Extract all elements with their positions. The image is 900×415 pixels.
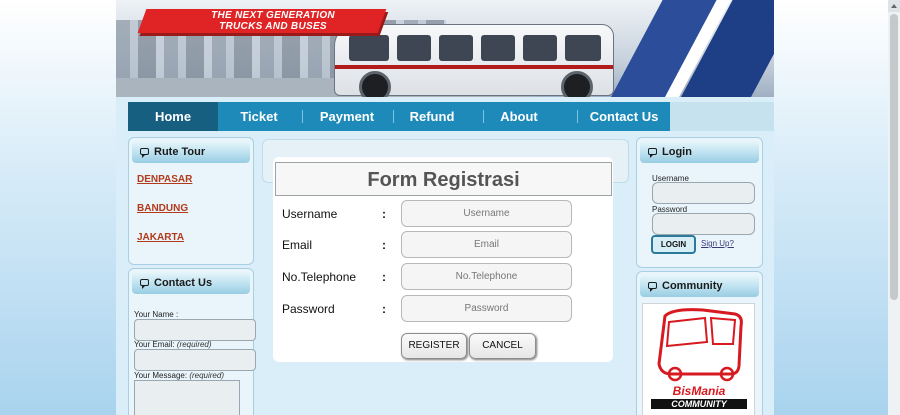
nav-contact-us[interactable]: Contact Us: [578, 102, 670, 131]
bismania-logo[interactable]: BisMania COMMUNITY: [642, 303, 755, 415]
route-link-denpasar[interactable]: DENPASAR: [137, 174, 192, 185]
nav-home[interactable]: Home: [128, 102, 218, 131]
your-email-input[interactable]: [134, 349, 256, 371]
email-colon: :: [382, 238, 386, 252]
login-button[interactable]: LOGIN: [651, 235, 696, 254]
form-title-box: Form Registrasi: [275, 162, 612, 196]
box-header: Login: [640, 141, 759, 163]
logo-text: BisMania: [672, 384, 726, 398]
your-message-label: Your Message: (required): [134, 371, 224, 380]
register-button[interactable]: REGISTER: [401, 333, 467, 359]
main-nav: Home Ticket Payment Refund About Contact…: [128, 102, 670, 131]
your-email-label: Your Email: (required): [134, 340, 212, 349]
vertical-scrollbar[interactable]: [888, 0, 900, 415]
page-container: THE NEXT GENERATION TRUCKS AND BUSES Hom…: [116, 0, 774, 415]
comment-icon: [648, 282, 657, 292]
bus-logo-icon: [657, 308, 743, 382]
password-input[interactable]: Password: [401, 295, 572, 322]
comment-icon: [140, 279, 149, 289]
scroll-up-icon[interactable]: [888, 0, 900, 12]
login-title: Login: [662, 146, 692, 158]
box-header: Community: [640, 275, 759, 297]
username-label: Username: [282, 207, 338, 221]
scrollbar-thumb[interactable]: [890, 14, 898, 300]
community-title: Community: [662, 280, 723, 292]
nav-payment[interactable]: Payment: [303, 102, 391, 131]
your-name-input[interactable]: [134, 319, 256, 341]
telephone-label: No.Telephone: [282, 270, 357, 284]
nav-about[interactable]: About: [484, 102, 554, 131]
header-banner: THE NEXT GENERATION TRUCKS AND BUSES: [116, 0, 774, 97]
telephone-colon: :: [382, 270, 386, 284]
form-title: Form Registrasi: [367, 169, 520, 191]
cancel-button[interactable]: CANCEL: [469, 333, 536, 359]
password-colon: :: [382, 302, 386, 316]
username-colon: :: [382, 207, 386, 221]
tagline-line: TRUCKS AND BUSES: [219, 21, 327, 32]
comment-icon: [648, 148, 657, 158]
username-input[interactable]: Username: [401, 200, 572, 227]
rute-tour-box: Rute Tour DENPASAR BANDUNG JAKARTA: [128, 137, 254, 265]
email-label: Email: [282, 238, 313, 252]
bus-image: [334, 24, 614, 97]
route-link-bandung[interactable]: BANDUNG: [137, 203, 188, 214]
logo-subtext: COMMUNITY: [651, 399, 747, 409]
email-input[interactable]: Email: [401, 231, 572, 258]
box-header: Rute Tour: [132, 141, 250, 163]
tagline-line: THE NEXT GENERATION: [211, 10, 335, 21]
nav-refund[interactable]: Refund: [394, 102, 470, 131]
box-header: Contact Us: [132, 272, 250, 294]
telephone-input[interactable]: No.Telephone: [401, 263, 572, 290]
password-label: Password: [282, 302, 335, 316]
rute-tour-title: Rute Tour: [154, 146, 206, 158]
contact-title: Contact Us: [154, 277, 213, 289]
your-message-textarea[interactable]: [134, 380, 240, 415]
your-name-label: Your Name :: [134, 310, 179, 319]
banner-tagline: THE NEXT GENERATION TRUCKS AND BUSES: [158, 10, 388, 32]
nav-filler: [670, 102, 774, 131]
comment-icon: [140, 148, 149, 158]
login-password-input[interactable]: [652, 213, 755, 235]
nav-ticket[interactable]: Ticket: [218, 102, 300, 131]
route-link-jakarta[interactable]: JAKARTA: [137, 232, 184, 243]
sign-up-link[interactable]: Sign Up?: [701, 239, 734, 248]
login-username-input[interactable]: [652, 182, 755, 204]
